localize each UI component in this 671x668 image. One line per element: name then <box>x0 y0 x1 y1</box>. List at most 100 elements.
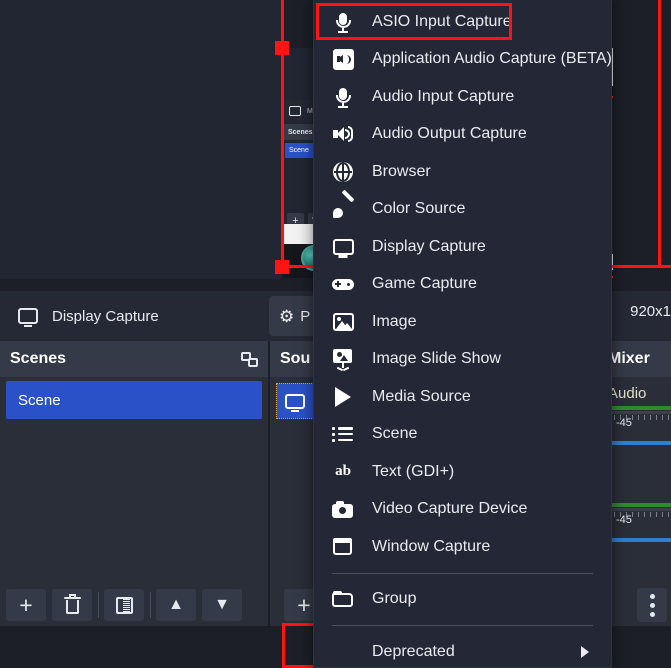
add-scene-button[interactable]: + <box>6 589 46 621</box>
window-icon: x <box>332 536 354 558</box>
scene-list-item-label: Scene <box>18 391 61 409</box>
camera-icon <box>332 498 354 520</box>
menu-item-label: Audio Input Capture <box>372 87 515 105</box>
menu-item-label: Text (GDI+) <box>372 462 455 480</box>
chevron-right-icon <box>581 645 589 658</box>
menu-item-image-slide-show[interactable]: Image Slide Show <box>314 341 611 379</box>
menu-item-video-capture-device[interactable]: Video Capture Device <box>314 491 611 529</box>
mixer-dock-header: Mixer <box>602 341 671 377</box>
menu-item-label: Game Capture <box>372 275 477 293</box>
slideshow-icon <box>332 348 354 371</box>
meter-scale-1-label: -45 <box>616 417 632 429</box>
meter-track-1 <box>602 411 671 414</box>
gamepad-icon <box>332 273 354 295</box>
toolbar-divider-1 <box>98 592 99 618</box>
menu-item-display-capture[interactable]: Display Capture <box>314 228 611 266</box>
scenes-toolbar: + ▲ ▼ <box>0 584 268 626</box>
menu-item-group[interactable]: Group <box>314 581 611 619</box>
menu-item-deprecated[interactable]: Deprecated <box>314 633 611 668</box>
vertical-dots-icon <box>649 593 655 599</box>
properties-button-label: P <box>300 307 311 325</box>
source-list-item[interactable] <box>276 383 314 419</box>
preview-canvas[interactable] <box>0 0 281 279</box>
trash-icon <box>63 593 81 614</box>
menu-item-scene[interactable]: Scene <box>314 416 611 454</box>
menu-item-label: Window Capture <box>372 537 491 555</box>
mixer-menu-button[interactable] <box>637 588 667 622</box>
preview-scene-item-label: Scene <box>289 147 309 154</box>
scenes-dock: Scenes Scene + ▲ ▼ <box>0 341 268 626</box>
float-dock-icon[interactable] <box>241 351 258 367</box>
menu-item-window-capture[interactable]: x Window Capture <box>314 528 611 566</box>
image-icon <box>332 311 354 333</box>
selection-right-edge[interactable] <box>658 0 661 268</box>
menu-separator-2 <box>332 625 593 626</box>
selection-handle-top[interactable] <box>275 41 289 55</box>
menu-item-label: Video Capture Device <box>372 500 528 518</box>
meter-bar-2 <box>602 503 671 507</box>
folder-icon <box>332 588 354 610</box>
menu-item-label: Image <box>372 312 417 330</box>
sources-dock-title: Sou <box>280 350 311 367</box>
menu-item-browser[interactable]: Browser <box>314 153 611 191</box>
menu-item-label: Color Source <box>372 200 466 218</box>
meter-bar-1 <box>602 406 671 410</box>
selection-handle-bottom[interactable] <box>275 260 289 274</box>
menu-item-audio-output-capture[interactable]: Audio Output Capture <box>314 116 611 154</box>
menu-item-text-gdi[interactable]: ab Text (GDI+) <box>314 453 611 491</box>
source-title-group: Display Capture <box>8 298 169 334</box>
plus-icon: + <box>19 591 33 618</box>
chevron-down-icon: ▼ <box>214 596 230 613</box>
microphone-icon <box>332 11 354 33</box>
move-scene-up-button[interactable]: ▲ <box>156 589 196 621</box>
chevron-up-icon: ▲ <box>168 596 184 613</box>
meter-track-2 <box>602 508 671 511</box>
application-audio-icon <box>332 48 354 70</box>
remove-scene-button[interactable] <box>52 589 92 621</box>
move-scene-down-button[interactable]: ▼ <box>202 589 242 621</box>
resolution-label: 920x1 <box>630 303 671 320</box>
menu-item-label: Audio Output Capture <box>372 125 527 143</box>
add-source-menu[interactable]: ASIO Input Capture Application Audio Cap… <box>313 0 612 668</box>
preview-monitor-icon <box>289 106 301 116</box>
menu-item-color-source[interactable]: Color Source <box>314 189 611 229</box>
menu-item-label: Browser <box>372 162 431 180</box>
menu-item-label: Media Source <box>372 387 471 405</box>
filters-icon <box>115 596 133 614</box>
menu-item-label: ASIO Input Capture <box>372 12 512 30</box>
mixer-meter-1: -45 <box>602 406 671 432</box>
menu-item-label: Scene <box>372 425 418 443</box>
mixer-channel-name-1: Audio <box>608 385 647 402</box>
mixer-channel-name-2 <box>602 445 671 467</box>
volume-slider-2[interactable] <box>602 538 671 542</box>
menu-item-application-audio-capture[interactable]: Application Audio Capture (BETA) <box>314 41 612 79</box>
speaker-icon <box>332 123 354 145</box>
menu-item-label: Display Capture <box>372 237 486 255</box>
menu-item-label: Image Slide Show <box>372 350 501 368</box>
display-icon <box>332 236 354 258</box>
monitor-icon <box>285 393 305 409</box>
globe-icon <box>332 161 354 183</box>
mixer-dock-title: Mixer <box>608 350 650 367</box>
gear-icon: ⚙ <box>279 306 295 326</box>
play-icon <box>332 386 354 408</box>
menu-item-image[interactable]: Image <box>314 303 611 341</box>
list-icon <box>332 423 354 445</box>
meter-ticks-2 <box>602 512 671 517</box>
scene-filters-button[interactable] <box>104 589 144 621</box>
toolbar-divider-2 <box>150 592 151 618</box>
menu-item-audio-input-capture[interactable]: Audio Input Capture <box>314 78 611 116</box>
menu-item-label: Application Audio Capture (BETA) <box>372 50 612 68</box>
monitor-icon <box>18 308 38 324</box>
brush-icon <box>332 189 355 220</box>
menu-item-asio-input-capture[interactable]: ASIO Input Capture <box>314 3 611 41</box>
scenes-dock-header: Scenes <box>0 341 268 377</box>
mixer-dock: Mixer Audio -45 -45 <box>602 341 671 626</box>
menu-item-media-source[interactable]: Media Source <box>314 378 611 416</box>
microphone-icon <box>332 86 354 108</box>
scene-list-item[interactable]: Scene <box>6 381 262 419</box>
menu-item-game-capture[interactable]: Game Capture <box>314 266 611 304</box>
menu-item-label: Deprecated <box>372 642 455 660</box>
source-title-label: Display Capture <box>52 307 159 325</box>
preview-scenes-title: Scenes <box>288 128 313 136</box>
